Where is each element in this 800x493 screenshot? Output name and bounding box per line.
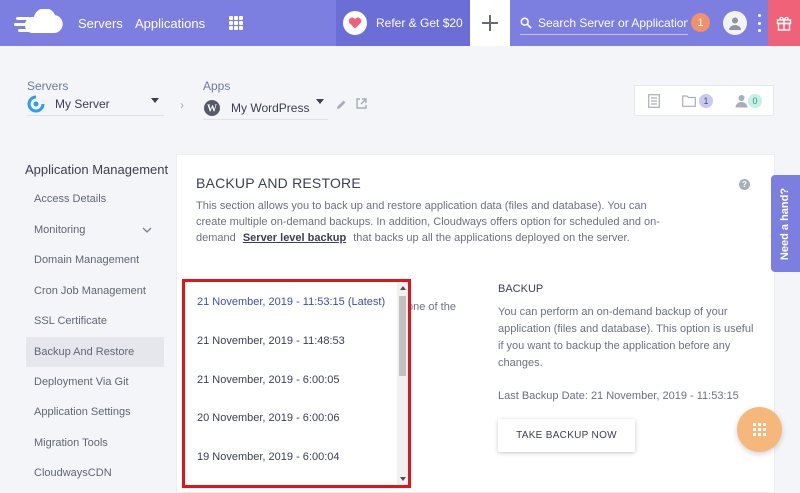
sidebar-item-label: Cron Job Management [34, 285, 146, 297]
sidebar-item-deployment-via-git[interactable]: Deployment Via Git [26, 367, 164, 397]
svg-text:W: W [207, 103, 217, 114]
chevron-down-icon [142, 227, 152, 233]
search-input[interactable] [538, 15, 688, 30]
app-name: My WordPress [231, 100, 310, 115]
sidebar-title: Application Management [25, 162, 169, 177]
sidebar-item-monitoring[interactable]: Monitoring [26, 215, 164, 245]
dropdown-scrollbar[interactable] [397, 282, 408, 485]
user-icon [729, 17, 741, 30]
scrollbar-thumb[interactable] [399, 296, 406, 376]
servers-label: Servers [27, 79, 69, 93]
refer-label: Refer & Get $20 [376, 16, 463, 30]
restore-point-list: 21 November, 2019 - 11:53:15 (Latest) 21… [185, 282, 397, 485]
need-a-hand-label: Need a hand? [779, 187, 792, 260]
nav-servers[interactable]: Servers [78, 16, 123, 31]
chevron-down-icon [151, 98, 159, 103]
server-select[interactable]: My Server [27, 92, 164, 116]
refer-button[interactable]: Refer & Get $20 [336, 0, 470, 46]
restore-hint-text: one of the [407, 301, 456, 313]
top-navigation-bar: Servers Applications Refer & Get $20 1 [0, 0, 800, 46]
sidebar-item-label: Application Settings [34, 406, 131, 418]
edit-icon[interactable] [336, 99, 347, 110]
plus-icon [482, 15, 498, 31]
quick-actions-button[interactable] [737, 407, 782, 452]
backup-description: You can perform an on-demand backup of y… [498, 306, 754, 369]
cloudways-logo[interactable] [14, 9, 66, 37]
restore-point-option[interactable]: 19 November, 2019 - 6:00:04 [185, 438, 397, 477]
app-select[interactable]: W My WordPress [203, 96, 328, 120]
need-a-hand-tab[interactable]: Need a hand? [771, 175, 800, 272]
backup-heading: BACKUP [498, 283, 544, 295]
app-tools-box: 1 0 [634, 85, 774, 116]
sidebar-item-application-settings[interactable]: Application Settings [26, 397, 164, 427]
chevron-down-icon [316, 99, 324, 104]
sidebar-item-backup-and-restore[interactable]: Backup And Restore [26, 337, 164, 367]
restore-point-option[interactable]: 20 November, 2019 - 6:00:06 [185, 399, 397, 438]
more-menu-icon[interactable] [757, 14, 761, 32]
scroll-up-arrow-icon[interactable] [400, 286, 406, 290]
description-text-end: that backs up all the applications deplo… [353, 232, 630, 244]
backup-section: BACKUP You can perform an on-demand back… [498, 283, 758, 402]
heart-icon [343, 11, 367, 35]
page-title: BACKUP AND RESTORE [196, 175, 361, 191]
sidebar-item-label: Access Details [34, 193, 107, 205]
apps-label: Apps [203, 79, 231, 93]
take-backup-button[interactable]: TAKE BACKUP NOW [498, 419, 635, 452]
sidebar-item-label: CloudwaysCDN [34, 467, 112, 479]
restore-point-option[interactable]: 21 November, 2019 - 6:00:05 [185, 361, 397, 400]
list-icon[interactable] [648, 94, 660, 108]
grid-icon [753, 423, 766, 436]
users-icon[interactable] [735, 94, 748, 108]
last-backup-date: Last Backup Date: 21 November, 2019 - 11… [498, 390, 739, 402]
restore-point-option[interactable]: 21 November, 2019 - 11:48:53 [185, 322, 397, 361]
sidebar-item-label: Migration Tools [34, 437, 108, 449]
apps-grid-icon[interactable] [229, 16, 243, 30]
notification-badge[interactable]: 1 [691, 13, 710, 32]
restore-point-dropdown[interactable]: 21 November, 2019 - 11:53:15 (Latest) 21… [182, 279, 411, 488]
scroll-down-arrow-icon[interactable] [400, 477, 406, 481]
server-name: My Server [55, 96, 110, 111]
search-box [520, 11, 688, 35]
sidebar-item-label: Deployment Via Git [34, 376, 129, 388]
nav-applications[interactable]: Applications [135, 16, 205, 31]
sidebar-item-label: Monitoring [34, 224, 86, 236]
sidebar-item-cron-job-management[interactable]: Cron Job Management [26, 276, 164, 306]
sidebar-item-label: Backup And Restore [34, 346, 135, 358]
folder-count-badge: 1 [699, 94, 713, 108]
help-icon[interactable]: ? [739, 179, 750, 190]
sidebar-item-label: SSL Certificate [34, 315, 107, 327]
sidebar-item-migration-tools[interactable]: Migration Tools [26, 428, 164, 458]
sidebar-item-ssl-certificate[interactable]: SSL Certificate [26, 306, 164, 336]
gift-button[interactable] [768, 0, 800, 46]
folder-icon[interactable] [682, 95, 696, 107]
sidebar-item-domain-management[interactable]: Domain Management [26, 245, 164, 275]
server-level-backup-link[interactable]: Server level backup [243, 232, 346, 244]
server-icon [27, 95, 45, 112]
search-icon [520, 17, 532, 29]
wordpress-icon: W [204, 99, 220, 116]
sidebar-item-label: Domain Management [34, 254, 140, 266]
chevron-right-icon: › [180, 98, 184, 112]
panel-description: This section allows you to back up and r… [196, 198, 666, 246]
external-link-icon[interactable] [356, 98, 367, 109]
restore-point-option[interactable]: 21 November, 2019 - 11:53:15 (Latest) [185, 282, 397, 322]
gift-icon [776, 16, 792, 31]
users-count-badge: 0 [748, 94, 762, 108]
sidebar-item-cloudwayscdn[interactable]: CloudwaysCDN [26, 458, 164, 488]
add-button[interactable] [470, 0, 510, 46]
avatar[interactable] [723, 11, 747, 35]
sidebar-item-access-details[interactable]: Access Details [26, 184, 164, 214]
